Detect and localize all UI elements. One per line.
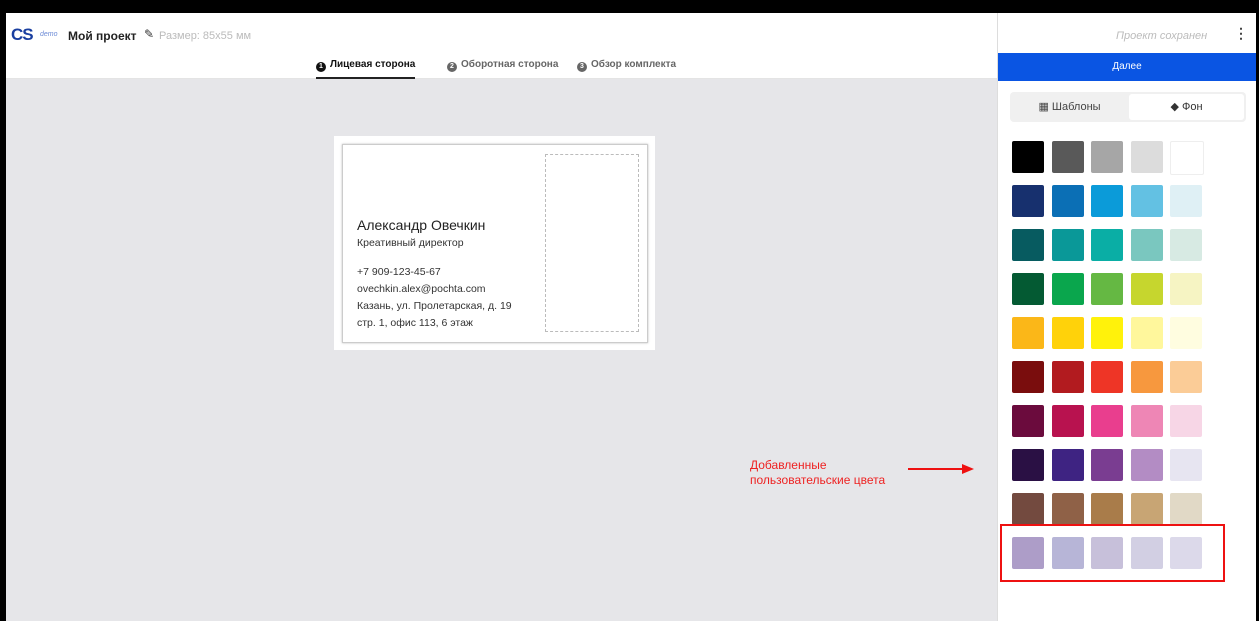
color-swatch[interactable] (1012, 493, 1044, 525)
color-swatch[interactable] (1012, 361, 1044, 393)
color-swatch[interactable] (1091, 273, 1123, 305)
color-swatch[interactable] (1091, 449, 1123, 481)
app-logo[interactable]: CS (11, 25, 34, 45)
next-button[interactable]: Далее (998, 53, 1256, 81)
grid-icon: ▦ (1038, 101, 1049, 113)
color-swatch[interactable] (1012, 185, 1044, 217)
tab-label: Оборотная сторона (461, 59, 559, 70)
color-swatch[interactable] (1170, 141, 1204, 175)
paint-bucket-icon: ◆ (1170, 101, 1179, 113)
tab-number: 2 (447, 62, 457, 72)
color-swatch[interactable] (1130, 449, 1163, 481)
background-label: Фон (1181, 101, 1203, 113)
design-canvas[interactable]: Александр Овечкин Креативный директор +7… (6, 79, 997, 621)
card-phone[interactable]: +7 909-123-45-67 (357, 266, 441, 278)
background-tab[interactable]: ◆ Фон (1129, 94, 1244, 120)
color-swatch[interactable] (1012, 317, 1044, 349)
screen-frame-top (0, 0, 1259, 13)
color-swatch[interactable] (1012, 229, 1044, 261)
more-menu-icon[interactable]: ⋮ (1234, 25, 1248, 42)
editor-header: CS demo Мой проект ✎ Размер: 85x55 мм (6, 13, 997, 58)
custom-colors-highlight (1000, 524, 1225, 582)
color-swatch[interactable] (1130, 361, 1163, 393)
color-swatch[interactable] (1091, 229, 1123, 261)
color-swatch[interactable] (1091, 361, 1123, 393)
color-swatch[interactable] (1051, 405, 1084, 437)
color-swatch[interactable] (1051, 185, 1084, 217)
color-swatch[interactable] (1012, 141, 1044, 173)
color-swatch[interactable] (1130, 229, 1163, 261)
color-swatch[interactable] (1170, 361, 1202, 393)
color-swatch[interactable] (1051, 449, 1084, 481)
color-swatch[interactable] (1130, 185, 1163, 217)
color-swatch[interactable] (1170, 449, 1202, 481)
card-address-line2[interactable]: стр. 1, офис 113, 6 этаж (357, 317, 473, 329)
color-swatch[interactable] (1130, 493, 1163, 525)
templates-tab[interactable]: ▦ Шаблоны (1012, 94, 1127, 120)
color-swatch[interactable] (1091, 405, 1123, 437)
color-swatch[interactable] (1051, 361, 1084, 393)
annotation-text: Добавленные пользовательские цвета (750, 458, 885, 488)
color-swatch[interactable] (1091, 185, 1123, 217)
color-swatch[interactable] (1012, 405, 1044, 437)
annotation-line1: Добавленные (750, 458, 827, 472)
tab-label: Обзор комплекта (591, 59, 677, 70)
color-swatch[interactable] (1170, 493, 1202, 525)
tab-number: 1 (316, 62, 326, 72)
color-swatch[interactable] (1130, 317, 1163, 349)
annotation-line2: пользовательские цвета (750, 473, 886, 487)
color-swatch[interactable] (1091, 317, 1123, 349)
tab-back-side[interactable]: 2 Оборотная сторона (447, 53, 558, 77)
color-swatch[interactable] (1170, 185, 1202, 217)
color-swatch[interactable] (1051, 229, 1084, 261)
save-status: Проект сохранен (1116, 30, 1208, 42)
tab-label: Лицевая сторона (330, 59, 416, 70)
business-card-bleed: Александр Овечкин Креативный директор +7… (334, 136, 655, 350)
pencil-icon[interactable]: ✎ (144, 27, 154, 41)
color-swatch[interactable] (1012, 449, 1044, 481)
tab-overview[interactable]: 3 Обзор комплекта (577, 53, 676, 77)
templates-label: Шаблоны (1051, 101, 1101, 113)
color-swatch[interactable] (1051, 141, 1084, 173)
card-email[interactable]: ovechkin.alex@pochta.com (357, 283, 486, 295)
card-name[interactable]: Александр Овечкин (357, 217, 485, 233)
color-swatch[interactable] (1012, 273, 1044, 305)
card-address-line1[interactable]: Казань, ул. Пролетарская, д. 19 (357, 300, 512, 312)
image-placeholder[interactable] (545, 154, 639, 332)
color-swatch[interactable] (1170, 273, 1202, 305)
color-swatch[interactable] (1091, 493, 1123, 525)
side-tabs: 1 Лицевая сторона 2 Оборотная сторона 3 Обз… (6, 53, 997, 79)
color-swatch[interactable] (1170, 317, 1202, 349)
color-swatch[interactable] (1051, 273, 1084, 305)
card-role[interactable]: Креативный директор (357, 237, 464, 249)
color-swatch[interactable] (1091, 141, 1123, 173)
annotation-arrow-icon (908, 464, 974, 474)
color-swatch[interactable] (1051, 493, 1084, 525)
panel-mode-switch: ▦ Шаблоны ◆ Фон (1010, 92, 1246, 122)
color-swatch[interactable] (1170, 405, 1202, 437)
logo-demo-badge: demo (40, 31, 58, 38)
tab-number: 3 (577, 62, 587, 72)
project-name[interactable]: Мой проект (68, 29, 137, 43)
color-swatch[interactable] (1170, 229, 1202, 261)
tab-front-side[interactable]: 1 Лицевая сторона (316, 53, 416, 79)
color-swatch[interactable] (1051, 317, 1084, 349)
color-swatch[interactable] (1130, 273, 1163, 305)
color-swatch[interactable] (1130, 405, 1163, 437)
color-swatch[interactable] (1130, 141, 1163, 173)
size-label: Размер: 85x55 мм (159, 30, 252, 42)
business-card[interactable]: Александр Овечкин Креативный директор +7… (342, 144, 648, 343)
